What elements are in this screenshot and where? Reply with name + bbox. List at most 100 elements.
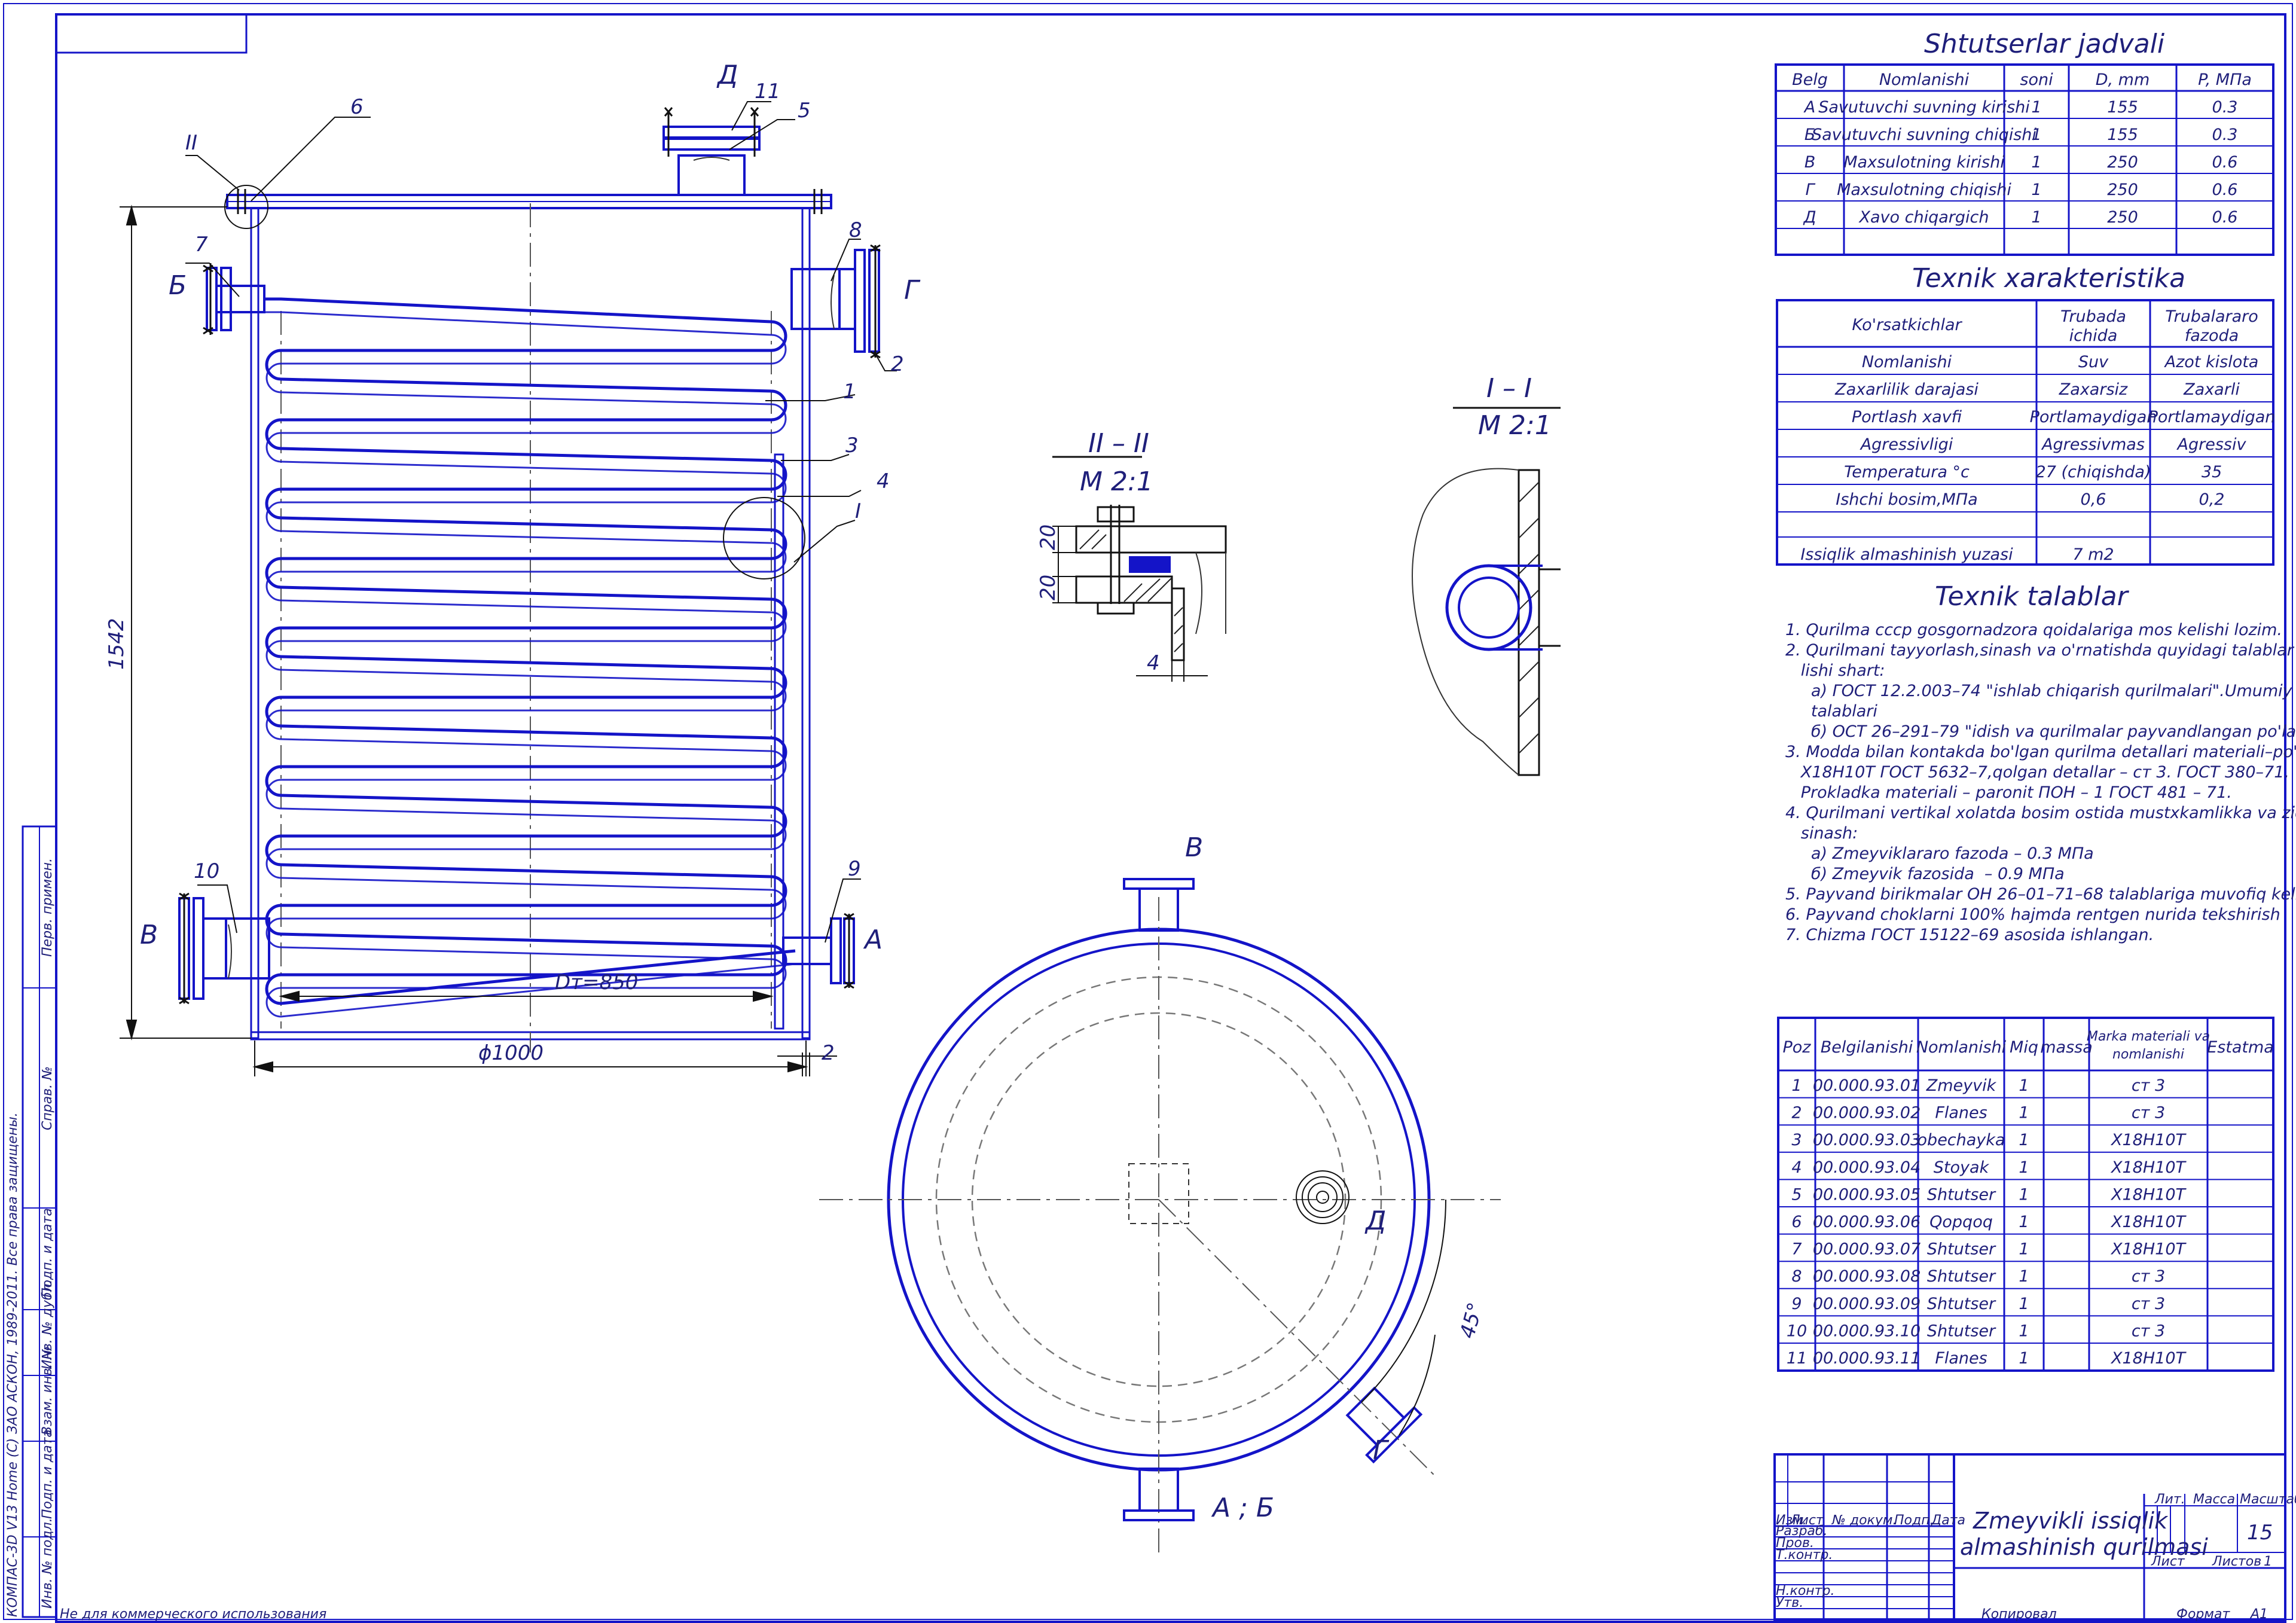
parts-cell-10-0: 11: [1787, 1349, 1807, 1368]
nozzle-th-0: Belg: [1792, 71, 1828, 89]
tech-cell-3-1: Agressivmas: [2041, 435, 2145, 454]
req-line-1: 2. Qurilmani tayyorlash,sinash va o'rnat…: [1785, 641, 2296, 660]
parts-cell-3-1: 00.000.93.04: [1813, 1158, 1921, 1177]
parts-th-2: Nomlanishi: [1916, 1038, 2007, 1057]
nozzle-d: Д: [716, 60, 738, 90]
nozzle-cell-1-4: 0.3: [2212, 126, 2238, 144]
parts-table-cells: Poz Belgilanishi Nomlanishi Miq massaMarka m…: [1783, 1029, 2274, 1368]
parts-cell-3-3: 1: [2019, 1158, 2029, 1177]
tb-lit: Лит.: [2154, 1492, 2185, 1507]
tb-name-1: Zmeyvikli issiqlik: [1973, 1508, 2169, 1534]
nozzle-cell-1-1: Savutuvchi suvning chiqishi: [1812, 126, 2037, 144]
tech-cell-4-2: 35: [2202, 463, 2222, 481]
req-line-11: a) Zmeyviklararo fazoda – 0.3 МПа: [1785, 844, 2094, 863]
plan-view: [819, 878, 1501, 1555]
parts-cell-9-2: Shtutser: [1927, 1322, 1996, 1340]
tech-cell-2-1: Portlamaydigan: [2030, 408, 2157, 426]
plan-nozzle-d: Д: [1364, 1206, 1386, 1236]
parts-cell-3-5: Х18Н10Т: [2110, 1158, 2187, 1177]
callout-6: 6: [350, 95, 364, 119]
parts-cell-4-3: 1: [2019, 1185, 2029, 1204]
tech-cell-3-2: Agressiv: [2176, 435, 2247, 454]
parts-th-6: Estatma: [2207, 1038, 2274, 1057]
parts-th-3: Miq: [2010, 1038, 2038, 1057]
req-line-13: 5. Payvand birikmalar OH 26–01–71–68 tal…: [1785, 885, 2296, 904]
parts-cell-4-1: 00.000.93.05: [1813, 1185, 1921, 1204]
footer-left: Не для коммерческого использования: [60, 1607, 326, 1622]
tech-cell-2-2: Portlamaydigan: [2148, 408, 2276, 426]
tech-table-title: Texnik xarakteristika: [1912, 263, 2185, 294]
callout-9: 9: [848, 857, 861, 881]
parts-cell-7-3: 1: [2019, 1267, 2029, 1286]
parts-cell-0-0: 1: [1791, 1076, 1802, 1095]
tech-th-1: Trubada ichida: [2060, 307, 2126, 345]
tb-masshtab: Масштаб: [2240, 1492, 2296, 1507]
parts-cell-7-0: 8: [1791, 1267, 1802, 1286]
parts-cell-4-2: Shtutser: [1927, 1185, 1996, 1204]
req-line-3: a) ГОСТ 12.2.003–74 "ishlab chiqarish qu…: [1785, 682, 2296, 700]
callout-detail-i: I: [855, 499, 861, 523]
parts-cell-0-2: Zmeyvik: [1926, 1076, 1997, 1095]
side-stamp-2: Справ. №: [40, 1066, 55, 1130]
parts-th-4: massa: [2040, 1038, 2093, 1057]
nozzle-cell-3-0: Г: [1805, 181, 1815, 199]
side-stamp-5: Взам. инв. №: [40, 1346, 55, 1435]
nozzle-th-2: soni: [2020, 71, 2053, 89]
tb-head-dokum: № докум.: [1831, 1513, 1897, 1528]
nozzle-table-title: Shtutserlar jadvali: [1924, 29, 2165, 59]
nozzle-th-4: P, МПа: [2198, 71, 2252, 89]
tb-scale-value: 15: [2247, 1521, 2273, 1545]
main-front-view: [178, 107, 881, 1052]
parts-cell-8-0: 9: [1791, 1295, 1802, 1313]
drawing-sheet: Перв. примен. Справ. № Подп. и дата Инв.…: [3, 3, 2296, 1623]
tb-head-podp: Подп.: [1894, 1513, 1934, 1528]
section-ii-scale: M 2:1: [1080, 466, 1153, 497]
coil-inner-path: [263, 311, 796, 1018]
tech-cell-4-1: 27 (chiqishda): [2036, 463, 2151, 481]
parts-cell-2-5: Х18Н10Т: [2110, 1131, 2187, 1149]
requirements-title: Texnik talablar: [1935, 581, 2130, 612]
parts-cell-8-5: ст 3: [2132, 1295, 2165, 1313]
parts-cell-2-0: 3: [1791, 1131, 1802, 1149]
footer-format: Формат: [2176, 1607, 2230, 1622]
parts-th-1: Belgilanishi: [1821, 1038, 1913, 1057]
nozzle-cell-4-0: Д: [1803, 208, 1816, 227]
nozzle-cell-2-2: 1: [2031, 153, 2041, 172]
nozzle-cell-1-2: 1: [2031, 126, 2041, 144]
parts-th-5: Marka materiali va nomlanishi: [2087, 1029, 2210, 1062]
coil-outer-path: [263, 297, 796, 1005]
tech-table-cells: Ko'rsatkichlar Trubada ichida Trubalararo fa…: [1800, 307, 2275, 564]
req-line-6: 3. Modda bilan kontakda bo'lgan qurilma …: [1785, 743, 2296, 761]
side-stamp-7: Инв. № подл.: [40, 1518, 55, 1609]
callout-7: 7: [195, 233, 208, 257]
nozzle-cell-4-3: 250: [2107, 208, 2138, 227]
nozzle-g: Г: [904, 275, 921, 306]
req-line-5: б) ОСТ 26–291–79 "idish va qurilmalar pa…: [1785, 722, 2296, 741]
parts-cell-6-1: 00.000.93.07: [1813, 1240, 1921, 1259]
nozzle-v: В: [140, 920, 158, 950]
dim-angle: 45°: [1455, 1300, 1488, 1341]
plan-nozzle-ab: А ; Б: [1211, 1493, 1274, 1523]
parts-cell-1-1: 00.000.93.02: [1813, 1104, 1921, 1122]
req-line-8: Prokladka materiali – paronit ПОН – 1 ГО…: [1785, 783, 2232, 802]
dim-gap: 2: [822, 1041, 835, 1065]
dim-coil-d: Dт=850: [555, 971, 638, 994]
dim-20b: 20: [1036, 575, 1060, 600]
tech-cell-4-0: Temperatura °c: [1844, 463, 1970, 481]
parts-cell-5-5: Х18Н10Т: [2110, 1213, 2187, 1231]
parts-cell-9-3: 1: [2019, 1322, 2029, 1340]
dim-4: 4: [1147, 651, 1160, 675]
dim-height: 1542: [105, 618, 129, 670]
parts-cell-1-3: 1: [2019, 1104, 2029, 1122]
callout-4: 4: [877, 469, 890, 493]
nozzle-cell-4-1: Xavo chiqargich: [1858, 208, 1989, 227]
callout-10: 10: [194, 859, 219, 883]
callout-11: 11: [755, 80, 780, 103]
side-stamp-1: Перв. примен.: [40, 858, 55, 957]
nozzle-cell-3-2: 1: [2031, 181, 2041, 199]
req-line-2: lishi shart:: [1785, 661, 1885, 680]
section-i-title: I – I: [1486, 373, 1532, 404]
parts-cell-9-1: 00.000.93.10: [1813, 1322, 1921, 1340]
parts-cell-10-1: 00.000.93.11: [1813, 1349, 1921, 1368]
nozzle-cell-0-1: Savutuvchi suvning kirishi: [1818, 98, 2030, 117]
